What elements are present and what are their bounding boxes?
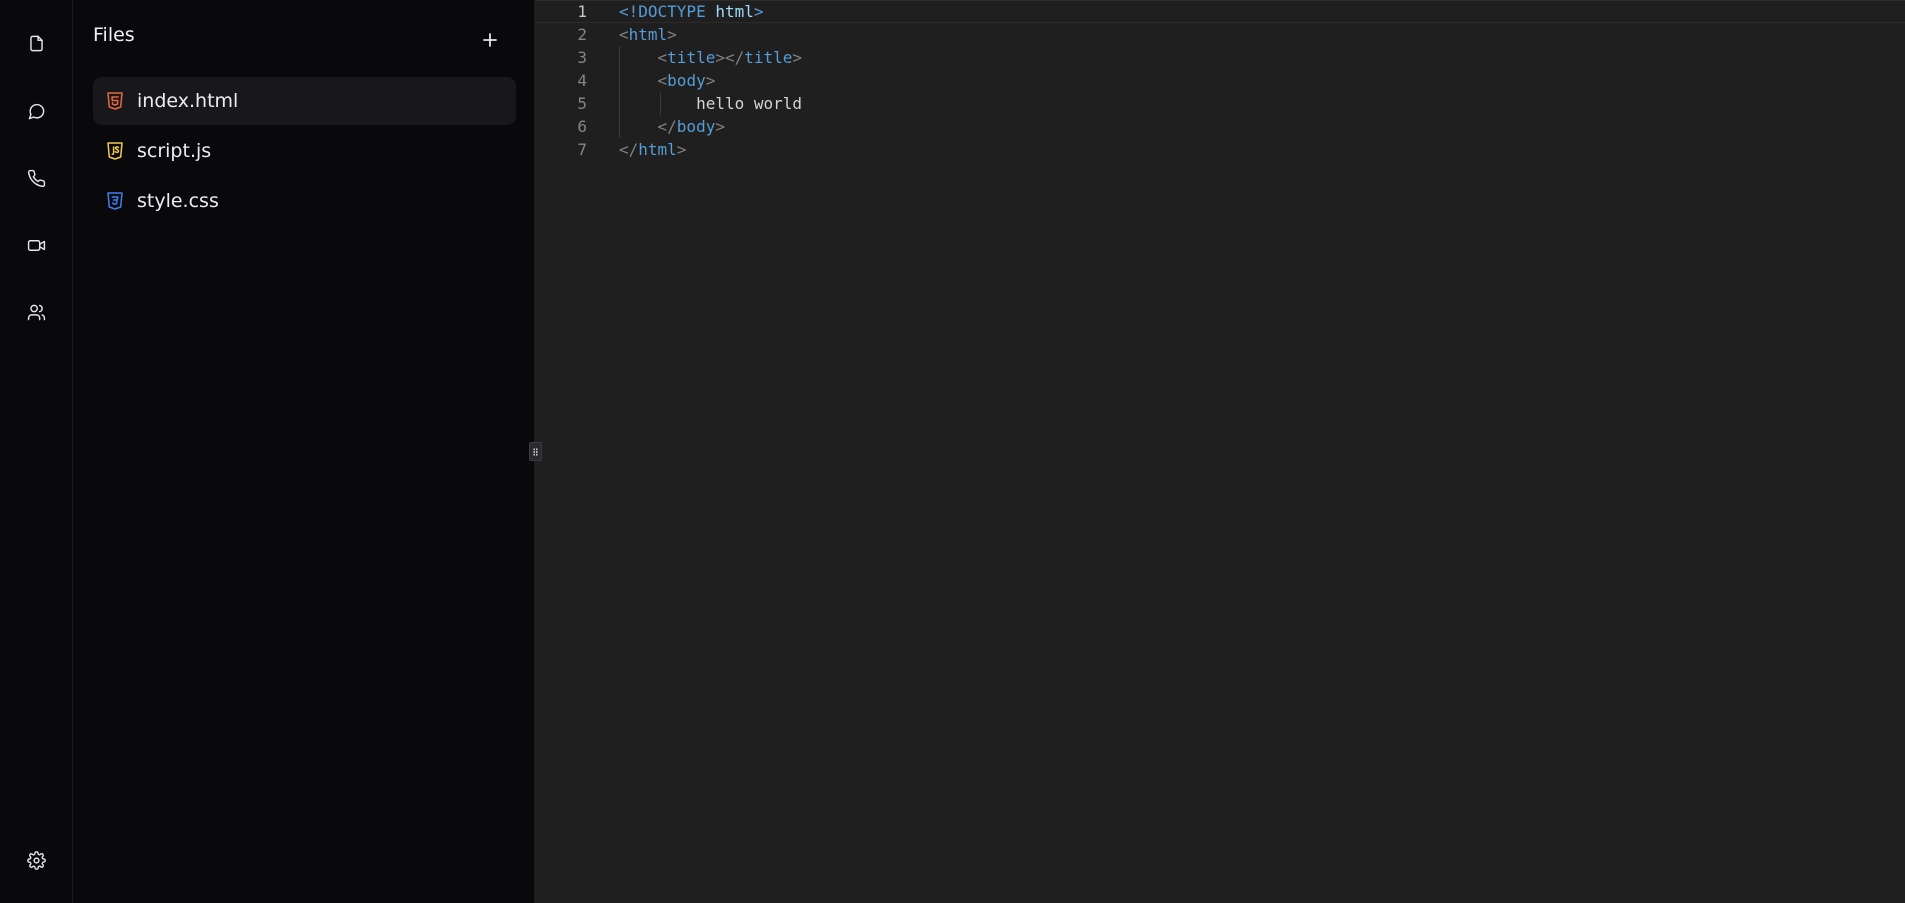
code-line[interactable]: 3 <title></title> xyxy=(535,46,1905,69)
rail-call-button[interactable] xyxy=(18,160,54,196)
file-name: style.css xyxy=(137,190,219,212)
users-icon xyxy=(27,304,45,320)
video-icon xyxy=(27,239,45,251)
line-number: 1 xyxy=(577,2,587,21)
file-item-index-html[interactable]: index.html xyxy=(93,77,516,125)
html5-icon xyxy=(105,91,125,111)
rail-people-button[interactable] xyxy=(18,294,54,330)
line-number: 2 xyxy=(577,25,587,44)
file-list: index.html script.js style.css xyxy=(93,77,516,227)
rail-chat-button[interactable] xyxy=(18,93,54,129)
file-name: script.js xyxy=(137,140,212,162)
rail-files-button[interactable] xyxy=(18,25,54,61)
gear-icon xyxy=(26,850,46,870)
file-icon xyxy=(29,35,43,51)
code-content: hello world xyxy=(696,94,803,113)
css3-icon xyxy=(105,191,125,211)
app-window: Files index.html script.js style.css 1 <… xyxy=(0,0,1905,903)
code-line[interactable]: 6 </body> xyxy=(535,115,1905,138)
code-content: </body> xyxy=(657,117,725,136)
code-content: <title></title> xyxy=(657,48,803,67)
panel-resize-handle[interactable] xyxy=(529,442,542,461)
file-item-style-css[interactable]: style.css xyxy=(93,177,516,225)
code-editor[interactable]: 1 <!DOCTYPE html> 2 <html> 3 <title></title>… xyxy=(535,0,1905,903)
line-number: 3 xyxy=(577,48,587,67)
code-line[interactable]: 1 <!DOCTYPE html> xyxy=(535,0,1905,23)
add-file-button[interactable] xyxy=(476,26,504,54)
chat-bubble-icon xyxy=(28,103,44,119)
code-content: <!DOCTYPE html> xyxy=(619,2,764,21)
line-number: 7 xyxy=(577,140,587,159)
code-line[interactable]: 7 </html> xyxy=(535,138,1905,161)
line-number: 6 xyxy=(577,117,587,136)
activity-rail xyxy=(0,0,73,903)
code-content: </html> xyxy=(619,140,687,159)
file-item-script-js[interactable]: script.js xyxy=(93,127,516,175)
rail-video-button[interactable] xyxy=(18,227,54,263)
line-number: 4 xyxy=(577,71,587,90)
code-content: <html> xyxy=(619,25,677,44)
files-panel: Files index.html script.js style.css xyxy=(73,0,535,903)
grip-icon xyxy=(533,447,538,456)
line-number: 5 xyxy=(577,94,587,113)
code-line[interactable]: 4 <body> xyxy=(535,69,1905,92)
phone-icon xyxy=(27,169,45,187)
rail-settings-button[interactable] xyxy=(18,842,54,878)
code-line[interactable]: 2 <html> xyxy=(535,23,1905,46)
javascript-icon xyxy=(105,141,125,161)
plus-icon xyxy=(483,33,497,47)
code-content: <body> xyxy=(657,71,716,90)
file-name: index.html xyxy=(137,90,239,112)
code-line[interactable]: 5 hello world xyxy=(535,92,1905,115)
files-panel-title: Files xyxy=(93,24,135,46)
